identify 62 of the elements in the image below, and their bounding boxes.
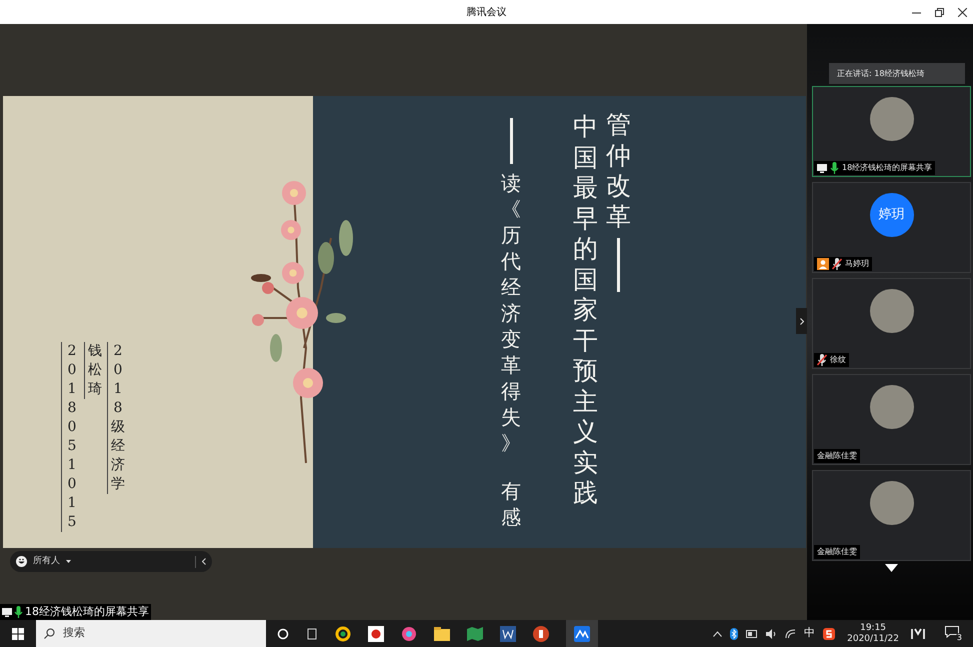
input-method-icon[interactable]: [823, 628, 836, 640]
participant-name: 马婷玥: [845, 258, 869, 270]
screen-share-icon: [2, 608, 12, 616]
document-app-icon[interactable]: [500, 626, 516, 642]
participant-tile[interactable]: 金融陈佳雯: [812, 470, 971, 561]
clock-date: 2020/11/22: [847, 634, 899, 644]
search-icon: [44, 628, 55, 639]
share-label-text: 18经济钱松琦的屏幕共享: [25, 604, 149, 620]
battery-icon[interactable]: [746, 630, 758, 638]
notification-button[interactable]: 3: [945, 626, 963, 642]
clock[interactable]: 19:15 2020/11/22: [847, 622, 899, 644]
participant-name: 金融陈佳雯: [817, 450, 857, 462]
close-icon[interactable]: [958, 8, 967, 16]
restore-icon[interactable]: [935, 8, 944, 16]
recipient-label: 所有人: [33, 554, 60, 568]
dash-line: [510, 118, 512, 164]
caret-icon: [66, 560, 71, 563]
slide-headline: 中国最早的国家干预主义实践: [573, 112, 598, 509]
participant-tile[interactable]: 徐纹: [812, 278, 971, 369]
search-placeholder: 搜索: [63, 625, 85, 642]
author-text: 钱松琦: [88, 342, 102, 399]
participant-name: 18经济钱松琦的屏幕共享: [842, 162, 932, 174]
ring-app-icon[interactable]: [335, 626, 351, 642]
meeting-app-icon[interactable]: [566, 620, 598, 647]
participant-tile[interactable]: 婷玥 马婷玥: [812, 182, 971, 273]
windows-start-icon[interactable]: [12, 628, 24, 640]
clock-time: 19:15: [860, 622, 886, 634]
down-arrow-icon[interactable]: [885, 564, 898, 572]
slide-title: 管仲改革: [606, 110, 631, 232]
chat-bar[interactable]: 所有人: [10, 551, 212, 572]
chevron-right-icon: [800, 318, 804, 324]
dash-line: [617, 238, 620, 292]
collapse-tab[interactable]: [796, 308, 807, 334]
speech-bubble-icon: [945, 626, 959, 638]
microphone-icon: [14, 606, 23, 618]
participant-tile[interactable]: 金融陈佳雯: [812, 374, 971, 465]
participant-tile[interactable]: 18经济钱松琦的屏幕共享: [812, 86, 971, 177]
notification-count: 3: [956, 632, 963, 642]
chevron-up-icon[interactable]: [713, 630, 722, 636]
smiley-icon: [16, 556, 27, 567]
speaker-icon[interactable]: [766, 628, 778, 638]
speaking-text: 正在讲话: 18经济钱松琦: [837, 68, 924, 80]
slide-subtitle: 读《历代经济变革得失》: [501, 170, 521, 456]
task-view-icon[interactable]: [306, 628, 318, 640]
bluetooth-icon[interactable]: [730, 628, 738, 640]
slide-subtitle: 有感: [501, 478, 521, 530]
folder-icon[interactable]: [434, 626, 450, 640]
search-field[interactable]: 搜索: [36, 620, 266, 647]
color-wheel-icon[interactable]: [401, 626, 417, 642]
presentation-app-icon[interactable]: [533, 626, 549, 642]
wifi-icon[interactable]: [785, 628, 796, 638]
author-text: 2018级经济学: [111, 342, 125, 494]
map-icon[interactable]: [467, 626, 483, 640]
bars-icon[interactable]: [911, 628, 925, 640]
window-title: 腾讯会议: [466, 6, 506, 20]
author-text: 2018051015: [66, 342, 78, 532]
participant-name: 金融陈佳雯: [817, 546, 857, 558]
chevron-left-icon[interactable]: [202, 558, 206, 565]
ime-indicator[interactable]: 中: [804, 625, 816, 642]
circle-icon[interactable]: [277, 628, 289, 640]
participant-name: 徐纹: [830, 354, 846, 366]
initials-avatar: 婷玥: [870, 193, 914, 237]
